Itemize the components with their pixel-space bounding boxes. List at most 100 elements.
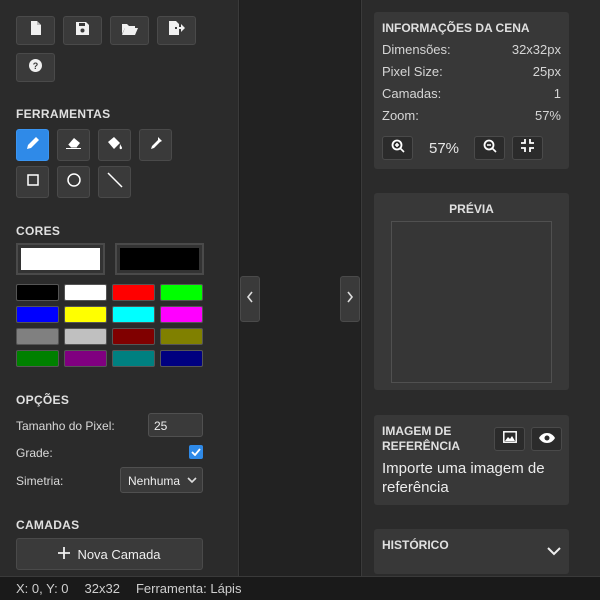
options-title: OPÇÕES xyxy=(16,393,70,407)
preview-card: PRÉVIA xyxy=(374,193,569,390)
palette-swatch[interactable] xyxy=(112,328,155,345)
open-folder-button[interactable] xyxy=(110,16,149,45)
canvas-size: 32x32 xyxy=(84,581,120,596)
layers-title: CAMADAS xyxy=(16,518,80,532)
circle-tool[interactable] xyxy=(57,166,90,198)
tools-row-2 xyxy=(16,166,131,198)
color-palette xyxy=(16,284,203,367)
info-row-pixel-size: Pixel Size: 25px xyxy=(382,64,561,79)
eraser-tool[interactable] xyxy=(57,129,90,161)
open-folder-icon xyxy=(121,22,138,40)
info-value: 25px xyxy=(532,64,561,79)
reference-title: IMAGEM DE REFERÊNCIA xyxy=(382,424,460,454)
file-toolbar xyxy=(16,16,196,45)
new-layer-button[interactable]: Nova Camada xyxy=(16,538,203,570)
pixel-size-label: Tamanho do Pixel: xyxy=(16,419,115,433)
import-image-button[interactable] xyxy=(494,427,525,451)
info-label: Camadas: xyxy=(382,86,442,101)
scene-info-title: INFORMAÇÕES DA CENA xyxy=(382,21,530,35)
info-label: Pixel Size: xyxy=(382,64,443,79)
secondary-color-swatch[interactable] xyxy=(115,243,204,275)
eyedropper-icon xyxy=(149,136,163,155)
fill-bucket-tool[interactable] xyxy=(98,129,131,161)
palette-swatch[interactable] xyxy=(16,306,59,323)
symmetry-value: Nenhuma xyxy=(128,474,181,488)
reference-message: Importe uma imagem de referência xyxy=(382,460,545,496)
palette-swatch[interactable] xyxy=(16,328,59,345)
export-button[interactable] xyxy=(157,16,196,45)
square-icon xyxy=(26,173,39,191)
zoom-level: 57% xyxy=(429,140,460,157)
info-label: Dimensões: xyxy=(382,42,451,57)
palette-swatch[interactable] xyxy=(64,306,107,323)
reference-title-line1: IMAGEM DE xyxy=(382,424,452,438)
palette-swatch[interactable] xyxy=(112,284,155,301)
chevron-left-icon xyxy=(246,290,254,308)
export-icon xyxy=(168,21,185,40)
palette-swatch[interactable] xyxy=(64,284,107,301)
pencil-icon xyxy=(26,136,40,155)
pencil-tool[interactable] xyxy=(16,129,49,161)
right-panel: INFORMAÇÕES DA CENA Dimensões: 32x32px P… xyxy=(361,0,600,576)
history-card[interactable]: HISTÓRICO xyxy=(374,529,569,574)
history-title: HISTÓRICO xyxy=(382,538,449,552)
collapse-left-button[interactable] xyxy=(240,276,260,322)
palette-swatch[interactable] xyxy=(160,328,203,345)
info-row-zoom: Zoom: 57% xyxy=(382,108,561,123)
eraser-icon xyxy=(66,136,81,154)
info-row-dimensions: Dimensões: 32x32px xyxy=(382,42,561,57)
tools-title: FERRAMENTAS xyxy=(16,107,111,121)
zoom-out-button[interactable] xyxy=(474,136,505,160)
eye-icon xyxy=(538,430,555,448)
palette-swatch[interactable] xyxy=(160,306,203,323)
canvas-area[interactable] xyxy=(240,0,360,576)
eyedropper-tool[interactable] xyxy=(139,129,172,161)
palette-swatch[interactable] xyxy=(160,284,203,301)
palette-swatch[interactable] xyxy=(112,306,155,323)
palette-swatch[interactable] xyxy=(16,284,59,301)
grid-label: Grade: xyxy=(16,446,53,460)
info-value: 1 xyxy=(553,86,561,101)
line-icon xyxy=(106,171,123,193)
colors-title: CORES xyxy=(16,224,61,238)
info-value: 57% xyxy=(534,108,561,123)
pixel-size-input[interactable]: 25 xyxy=(148,413,203,437)
palette-swatch[interactable] xyxy=(160,350,203,367)
fill-bucket-icon xyxy=(107,136,123,155)
new-file-button[interactable] xyxy=(16,16,55,45)
palette-swatch[interactable] xyxy=(16,350,59,367)
palette-swatch[interactable] xyxy=(64,328,107,345)
preview-canvas xyxy=(391,221,552,383)
collapse-right-button[interactable] xyxy=(340,276,360,322)
reference-title-line2: REFERÊNCIA xyxy=(382,439,461,453)
scene-info-card: INFORMAÇÕES DA CENA Dimensões: 32x32px P… xyxy=(374,12,569,169)
toggle-reference-button[interactable] xyxy=(531,427,562,451)
info-value: 32x32px xyxy=(511,42,561,57)
palette-swatch[interactable] xyxy=(112,350,155,367)
grid-checkbox[interactable] xyxy=(189,445,203,459)
info-label: Zoom: xyxy=(382,108,419,123)
plus-icon xyxy=(58,546,71,562)
square-tool[interactable] xyxy=(16,166,49,198)
status-bar: X: 0, Y: 0 32x32 Ferramenta: Lápis xyxy=(0,576,600,600)
help-icon: ? xyxy=(29,58,42,77)
chevron-right-icon xyxy=(346,290,354,308)
svg-text:?: ? xyxy=(33,61,39,71)
cursor-coordinates: X: 0, Y: 0 xyxy=(16,581,69,596)
line-tool[interactable] xyxy=(98,166,131,198)
zoom-out-icon xyxy=(483,139,497,158)
help-button[interactable]: ? xyxy=(16,53,55,82)
zoom-in-icon xyxy=(391,139,405,158)
secondary-color-fill xyxy=(120,248,199,270)
current-colors xyxy=(16,243,204,275)
chevron-down-icon xyxy=(187,474,197,488)
zoom-in-button[interactable] xyxy=(382,136,413,160)
preview-title: PRÉVIA xyxy=(449,202,494,216)
palette-swatch[interactable] xyxy=(64,350,107,367)
fit-to-screen-button[interactable] xyxy=(512,136,543,160)
symmetry-select[interactable]: Nenhuma xyxy=(120,467,203,493)
save-icon xyxy=(76,21,89,40)
left-panel: ? FERRAMENTAS CORES OPÇÕES Tamanho do Pi… xyxy=(0,0,239,576)
primary-color-swatch[interactable] xyxy=(16,243,105,275)
save-button[interactable] xyxy=(63,16,102,45)
